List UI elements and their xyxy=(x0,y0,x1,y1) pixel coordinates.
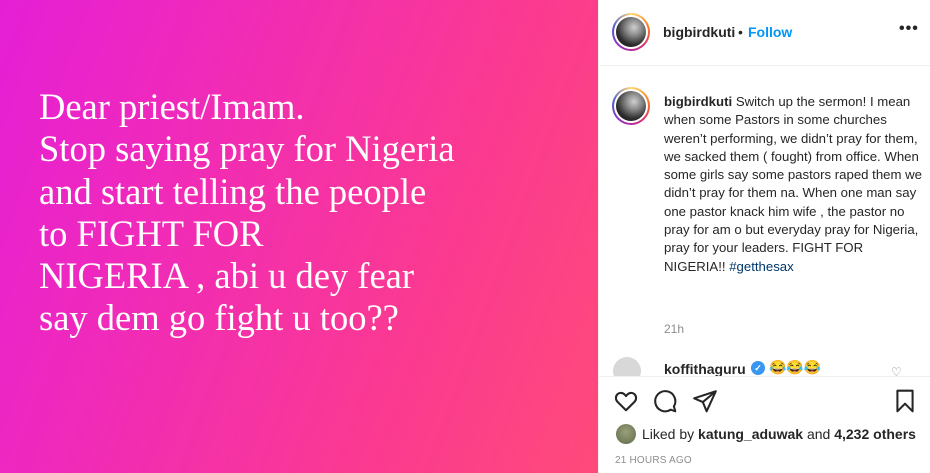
hashtag-link[interactable]: #getthesax xyxy=(729,259,794,274)
post-image-text: Dear priest/Imam. Stop saying pray for N… xyxy=(39,86,455,339)
verified-badge-icon: ✓ xyxy=(751,361,765,375)
caption-author-avatar[interactable] xyxy=(612,87,650,125)
likes-count[interactable]: 4,232 others xyxy=(834,426,916,442)
caption-username[interactable]: bigbirdkuti xyxy=(664,94,732,109)
caption-time: 21h xyxy=(664,322,685,336)
post-header: bigbirdkuti • Follow ••• xyxy=(599,0,930,66)
likes-summary: Liked by katung_aduwak and 4,232 others xyxy=(642,426,916,442)
commenter-username[interactable]: koffithaguru xyxy=(664,361,746,376)
post-caption: bigbirdkuti Switch up the sermon! I mean… xyxy=(664,93,922,276)
likes-middle: and xyxy=(803,426,835,442)
post-media[interactable]: Dear priest/Imam. Stop saying pray for N… xyxy=(0,0,598,473)
likes-prefix: Liked by xyxy=(642,426,699,442)
share-icon[interactable] xyxy=(692,388,718,414)
author-avatar[interactable] xyxy=(612,13,650,51)
comment-like-icon[interactable]: ♡ xyxy=(891,365,902,376)
comment-text: 😂😂😂 xyxy=(769,359,822,375)
bookmark-icon[interactable] xyxy=(892,388,918,414)
author-username[interactable]: bigbirdkuti xyxy=(663,24,735,40)
action-bar: Liked by katung_aduwak and 4,232 others … xyxy=(599,376,930,473)
heart-icon[interactable] xyxy=(613,388,639,414)
liker-username[interactable]: katung_aduwak xyxy=(698,426,803,442)
liker-avatar[interactable] xyxy=(616,424,636,444)
caption-text: Switch up the sermon! I mean when some P… xyxy=(664,94,922,274)
post-timestamp[interactable]: 21 HOURS AGO xyxy=(615,455,692,466)
comments-area[interactable]: bigbirdkuti Switch up the sermon! I mean… xyxy=(599,67,930,376)
post-side-panel: bigbirdkuti • Follow ••• bigbirdkuti Swi… xyxy=(598,0,930,473)
separator-dot: • xyxy=(738,24,743,40)
commenter-avatar[interactable] xyxy=(613,357,641,376)
follow-button[interactable]: Follow xyxy=(748,24,792,40)
comment-icon[interactable] xyxy=(652,388,678,414)
more-options-icon[interactable]: ••• xyxy=(899,20,919,38)
